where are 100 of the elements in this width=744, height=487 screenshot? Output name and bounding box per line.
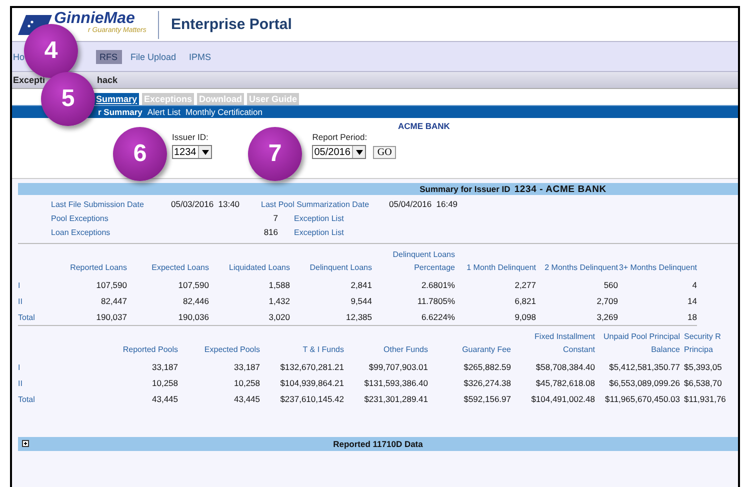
- info-label: Pool Exceptions: [51, 214, 110, 222]
- table-cell: 2,277: [514, 280, 536, 290]
- column-header: Fixed Installment Constant: [534, 332, 595, 354]
- portal-title: Enterprise Portal: [171, 16, 292, 33]
- table-cell: 560: [604, 280, 618, 290]
- table-cell: 43,445: [152, 394, 178, 404]
- bank-name: ACME BANK: [398, 121, 450, 131]
- column-header: Liquidated Loans: [229, 263, 290, 272]
- table-cell: 3,269: [596, 312, 618, 322]
- info-value: 05/04/2016 16:49: [389, 199, 459, 209]
- period-select[interactable]: 05/2016: [312, 145, 366, 159]
- column-header: 2 Months Delinquent: [544, 263, 618, 272]
- section-title: hack: [97, 75, 118, 85]
- table-cell: 2,709: [596, 296, 618, 306]
- nav-link[interactable]: IPMS: [185, 50, 216, 64]
- column-header: Expected Loans: [152, 263, 209, 272]
- row-label: II: [18, 296, 22, 306]
- table-cell: 9,098: [514, 312, 536, 322]
- table-cell: $6,538,70: [684, 378, 722, 388]
- nav-link[interactable]: File Upload: [126, 50, 180, 64]
- table-cell: 6,821: [514, 296, 536, 306]
- column-header: Delinquent Loans Percentage: [392, 250, 455, 272]
- table-cell: 4: [692, 280, 697, 290]
- table-cell: $5,412,581,350.77: [609, 362, 680, 372]
- table-cell: 33,187: [152, 362, 178, 372]
- table-cell: $592,156.97: [464, 394, 511, 404]
- exception-list-link[interactable]: Exception List: [294, 214, 344, 222]
- issuer-label: Issuer ID:: [172, 132, 210, 142]
- table-cell: 9,544: [350, 296, 372, 306]
- column-header: Reported Loans: [70, 263, 127, 272]
- table-cell: 43,445: [234, 394, 260, 404]
- tab[interactable]: Summary: [94, 93, 140, 105]
- table-cell: $11,965,670,450.03: [605, 394, 680, 404]
- table-cell: 190,037: [96, 312, 127, 322]
- table-cell: 82,446: [183, 296, 209, 306]
- column-header: Expected Pools: [204, 345, 260, 354]
- nav-link[interactable]: RFS: [96, 50, 122, 64]
- table-cell: $99,707,903.01: [368, 362, 428, 372]
- table-cell: 33,187: [234, 362, 260, 372]
- table-cell: 10,258: [152, 378, 178, 388]
- column-header: Reported Pools: [122, 345, 178, 354]
- exception-list-link[interactable]: Exception List: [294, 228, 344, 236]
- table-cell: 6.6224%: [421, 312, 455, 322]
- column-header: Delinquent Loans: [310, 263, 372, 272]
- period-label: Report Period:: [312, 132, 368, 142]
- table-cell: 190,036: [178, 312, 209, 322]
- issuer-name: 1234 - ACME BANK: [514, 184, 606, 194]
- row-label: Total: [18, 394, 35, 404]
- table-cell: 107,590: [96, 280, 127, 290]
- table-cell: $132,670,281.21: [280, 362, 344, 372]
- row-label: II: [18, 378, 22, 388]
- table-cell: $326,274.38: [464, 378, 511, 388]
- info-label: Last Pool Summarization Date: [261, 200, 370, 208]
- table-cell: 2.6801%: [421, 280, 455, 290]
- table-cell: $58,708,384.40: [536, 362, 595, 372]
- table-cell: 1,588: [268, 280, 290, 290]
- table-cell: $131,593,386.40: [364, 378, 428, 388]
- table-cell: $231,301,289.41: [364, 394, 428, 404]
- table-cell: 11.7805%: [417, 296, 455, 306]
- table-cell: $265,882.59: [464, 362, 511, 372]
- info-label: Last File Submission Date: [51, 200, 145, 208]
- column-header: Security R Principa: [684, 332, 721, 354]
- caret-icon: [356, 150, 363, 154]
- table-cell: $6,553,089,099.26: [609, 378, 680, 388]
- table-cell: $11,931,76: [684, 394, 726, 404]
- exception-count: 816: [262, 227, 278, 237]
- logo-text: GinnieMae: [54, 11, 136, 27]
- subnav-link[interactable]: Alert List: [147, 107, 180, 117]
- table-cell: 14: [688, 296, 697, 306]
- row-label: I: [18, 362, 20, 372]
- row-label: Total: [18, 312, 35, 322]
- table-cell: 107,590: [178, 280, 209, 290]
- info-label: Loan Exceptions: [51, 228, 112, 236]
- table-cell: $104,491,002.48: [531, 394, 595, 404]
- table-cell: $104,939,864.21: [280, 378, 344, 388]
- table-cell: 1,432: [268, 296, 290, 306]
- column-header: Unpaid Pool Principal Balance: [604, 332, 680, 354]
- column-header: Guaranty Fee: [462, 345, 511, 354]
- plus-icon: [22, 440, 29, 447]
- table-cell: 3,020: [268, 312, 290, 322]
- exception-count: 7: [272, 213, 278, 223]
- column-header: T & I Funds: [302, 345, 344, 354]
- table-cell: $45,782,618.08: [536, 378, 595, 388]
- subnav-link[interactable]: r Summary: [98, 107, 142, 117]
- table-cell: 2,841: [350, 280, 372, 290]
- table-cell: 12,385: [346, 312, 372, 322]
- subnav-link[interactable]: Monthly Certification: [186, 107, 263, 117]
- issuer-select[interactable]: 1234: [172, 145, 212, 159]
- table-cell: 82,447: [101, 296, 127, 306]
- caret-icon: [202, 150, 209, 154]
- section-title: Reported 11710D Data: [333, 439, 423, 449]
- table-cell: 18: [688, 312, 697, 322]
- expand-toggle[interactable]: [22, 440, 29, 447]
- column-header: 1 Month Delinquent: [466, 263, 536, 272]
- info-value: 05/03/2016 13:40: [171, 199, 241, 209]
- column-header: Other Funds: [384, 345, 428, 354]
- row-label: I: [18, 280, 20, 290]
- summary-title: Summary for Issuer ID: [420, 184, 510, 194]
- go-button[interactable]: GO: [373, 146, 396, 158]
- column-header: 3+ Months Delinquent: [618, 263, 697, 272]
